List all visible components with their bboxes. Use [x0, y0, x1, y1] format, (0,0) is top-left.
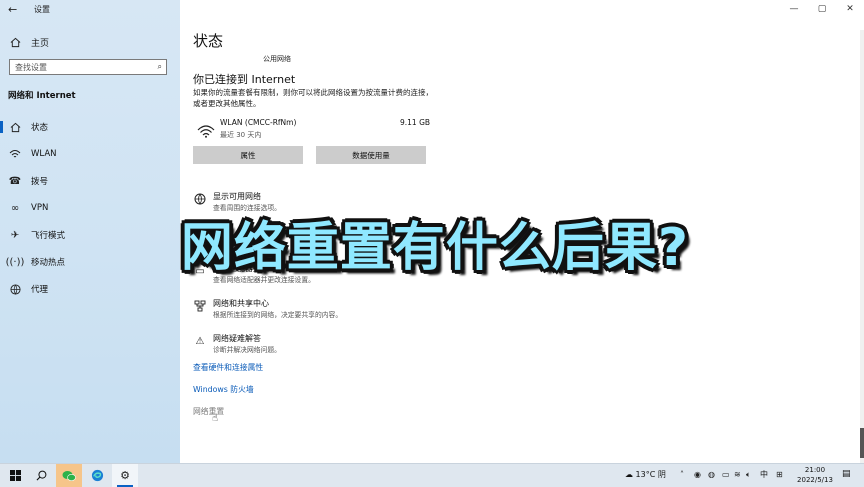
app-title: 设置 — [34, 5, 50, 14]
sidebar-item-label: 拨号 — [31, 177, 49, 187]
window-controls: — ▢ ✕ — [780, 0, 864, 20]
sidebar-item-label: VPN — [31, 203, 49, 213]
clock-time: 21:00 — [804, 466, 826, 474]
sidebar-item-label: 移动热点 — [31, 258, 66, 268]
start-button[interactable] — [2, 464, 28, 487]
sidebar-item-proxy[interactable]: 代理 — [0, 279, 180, 299]
network-reset-link[interactable]: 网络重置 — [193, 406, 224, 417]
wechat-icon[interactable] — [56, 464, 82, 487]
wlan-connection-name: WLAN (CMCC-RfNm) — [220, 118, 297, 127]
sidebar-item-dialup[interactable]: ☎ 拨号 — [0, 171, 180, 191]
network-sharing-center-link[interactable]: 网络和共享中心 — [213, 298, 269, 309]
tray-network-icon[interactable]: ◍ — [708, 470, 715, 479]
metered-description: 如果你的流量套餐有限制，则你可以将此网络设置为按流量计费的连接，或者更改其他属性… — [193, 88, 433, 108]
scrollbar-track[interactable] — [860, 30, 864, 463]
search-placeholder: 查找设置 — [15, 62, 47, 72]
close-button[interactable]: ✕ — [836, 0, 864, 20]
row-description: 诊断并解决网络问题。 — [213, 346, 281, 354]
weather-cloud-icon: ☁ — [625, 470, 633, 479]
tray-keyboard-icon[interactable]: ⊞ — [776, 470, 783, 479]
data-usage-button[interactable]: 数据使用量 — [316, 146, 426, 164]
windows-firewall-link[interactable]: Windows 防火墙 — [193, 384, 254, 395]
wlan-period: 最近 30 天内 — [220, 131, 262, 139]
video-caption-overlay: 网络重置有什么后果? — [180, 218, 690, 278]
vpn-icon: ∞ — [10, 202, 20, 214]
row-description: 根据所连接到的网络，决定要共享的内容。 — [213, 311, 343, 319]
clock-date: 2022/5/13 — [797, 476, 833, 484]
wifi-icon — [8, 147, 22, 161]
tray-chevron-icon[interactable]: ˄ — [680, 470, 684, 479]
maximize-button[interactable]: ▢ — [808, 0, 836, 20]
sidebar-item-label: WLAN — [31, 149, 57, 159]
home-icon — [8, 35, 22, 49]
sidebar-item-label: 状态 — [31, 123, 49, 133]
tray-display-icon[interactable]: ▭ — [722, 470, 730, 479]
hotspot-icon: ((·)) — [5, 256, 25, 268]
windows-logo-icon — [9, 470, 21, 481]
back-button[interactable]: ← — [8, 3, 17, 16]
network-type-label: 公用网络 — [263, 55, 291, 63]
notification-icon[interactable]: ▤ — [842, 469, 851, 479]
search-icon: ⌕ — [157, 62, 162, 71]
nav-home-label: 主页 — [31, 38, 50, 49]
warning-icon: ⚠ — [195, 335, 205, 347]
connected-heading: 你已连接到 Internet — [193, 73, 296, 86]
nav-home[interactable]: 主页 — [8, 34, 173, 50]
ime-indicator[interactable]: 中 — [760, 469, 768, 480]
weather-text: 13°C 阴 — [635, 470, 666, 479]
weather-widget[interactable]: ☁ 13°C 阴 — [625, 469, 666, 480]
wlan-data-used: 9.11 GB — [400, 118, 431, 127]
tray-app-icon[interactable]: ◉ — [694, 470, 701, 479]
sharing-center-icon — [193, 299, 207, 313]
tray-wifi-icon[interactable]: ≋ — [734, 470, 741, 479]
dialup-icon: ☎ — [8, 175, 22, 187]
taskbar-search-icon[interactable] — [28, 464, 54, 487]
sidebar-item-label: 飞行模式 — [31, 231, 66, 241]
network-troubleshooter-link[interactable]: 网络疑难解答 — [213, 333, 261, 344]
tray-volume-icon[interactable]: 🔈︎ — [746, 470, 751, 480]
hand-cursor-icon: ☝ — [212, 413, 219, 424]
minimize-button[interactable]: — — [780, 0, 808, 20]
edge-browser-icon[interactable] — [84, 464, 110, 487]
taskbar-clock[interactable]: 21:00 2022/5/13 — [795, 465, 835, 485]
title-bar: ← 设置 — [0, 0, 180, 20]
section-heading: 网络和 Internet — [8, 91, 76, 101]
available-networks-icon — [193, 192, 207, 206]
page-title: 状态 — [193, 32, 224, 50]
airplane-icon: ✈ — [10, 229, 20, 241]
search-input[interactable]: 查找设置 ⌕ — [9, 59, 167, 75]
sidebar-item-label: 代理 — [31, 285, 49, 295]
taskbar: ⚙ ☁ 13°C 阴 ˄ ◉ ◍ ▭ ≋ 🔈︎ 中 ⊞ 21:00 2022/5… — [0, 463, 864, 487]
home-status-icon — [8, 120, 22, 134]
properties-button[interactable]: 属性 — [193, 146, 303, 164]
show-available-networks-link[interactable]: 显示可用网络 — [213, 191, 261, 202]
settings-gear-icon[interactable]: ⚙ — [112, 464, 138, 487]
globe-icon — [8, 282, 22, 296]
sidebar-item-wlan[interactable]: WLAN — [0, 144, 180, 164]
scrollbar-thumb[interactable] — [860, 428, 864, 458]
sidebar-item-status[interactable]: 状态 — [0, 117, 180, 137]
wifi-signal-icon — [197, 123, 215, 138]
hardware-properties-link[interactable]: 查看硬件和连接属性 — [193, 362, 263, 373]
